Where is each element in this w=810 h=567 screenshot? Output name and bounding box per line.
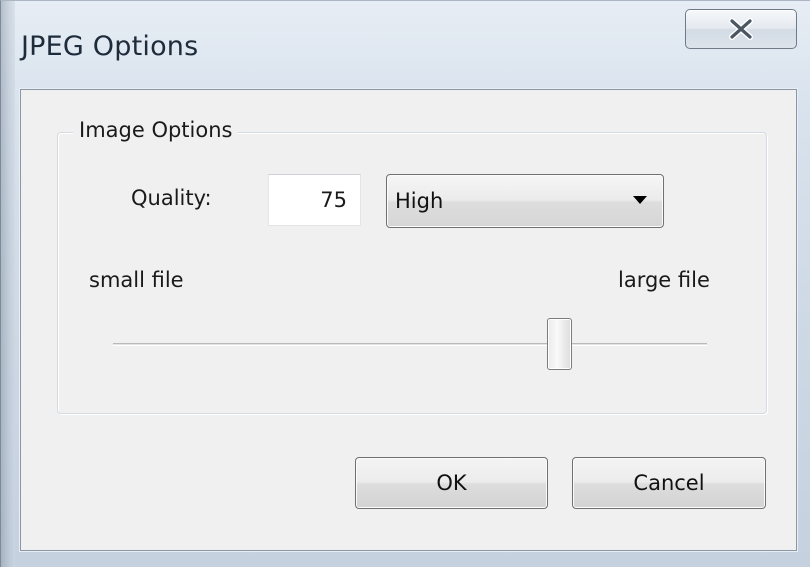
quality-label: Quality: xyxy=(131,186,212,210)
slider-track[interactable] xyxy=(113,343,707,346)
ok-button[interactable]: OK xyxy=(355,457,548,509)
title-bar[interactable]: JPEG Options xyxy=(1,1,810,89)
slider-thumb[interactable] xyxy=(546,318,572,370)
dialog-client-area: Image Options Quality: High small file l… xyxy=(20,89,797,551)
close-button[interactable] xyxy=(685,9,797,49)
dialog-window: JPEG Options Image Options Quality: High… xyxy=(0,0,810,567)
slider-min-label: small file xyxy=(89,268,184,292)
dropdown-arrow-icon xyxy=(633,196,647,204)
quality-input[interactable] xyxy=(268,174,361,226)
image-options-label: Image Options xyxy=(73,118,239,142)
close-icon xyxy=(727,18,755,40)
cancel-button[interactable]: Cancel xyxy=(572,457,766,509)
quality-preset-value: High xyxy=(395,189,444,213)
quality-preset-select[interactable]: High xyxy=(386,174,664,228)
dialog-title: JPEG Options xyxy=(21,31,199,62)
slider-max-label: large file xyxy=(618,268,710,292)
quality-slider[interactable] xyxy=(113,318,707,370)
